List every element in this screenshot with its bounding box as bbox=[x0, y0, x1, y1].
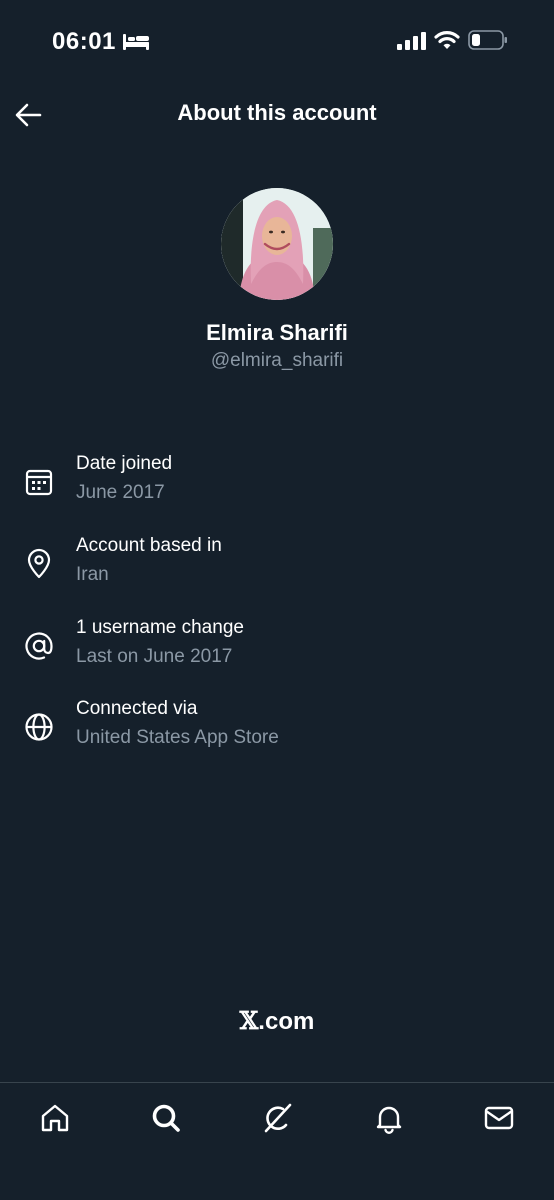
avatar[interactable] bbox=[221, 188, 333, 300]
info-value: June 2017 bbox=[76, 482, 165, 503]
tab-bar bbox=[0, 1082, 554, 1200]
bed-icon bbox=[123, 34, 149, 50]
grok-icon[interactable] bbox=[260, 1101, 294, 1135]
at-sign-icon bbox=[25, 632, 53, 660]
avatar-photo bbox=[221, 188, 333, 300]
messages-envelope-icon[interactable] bbox=[482, 1101, 516, 1135]
info-title: Date joined bbox=[76, 453, 173, 474]
status-bar: 06:01 bbox=[0, 0, 554, 84]
info-value: Last on June 2017 bbox=[76, 646, 233, 667]
info-item-date-joined: Date joined June 2017 bbox=[0, 453, 554, 523]
signal-icon bbox=[397, 32, 426, 50]
battery-icon bbox=[468, 30, 507, 50]
header: About this account bbox=[0, 84, 554, 146]
info-value: Iran bbox=[76, 564, 109, 585]
info-title: 1 username change bbox=[76, 617, 244, 638]
wifi-icon bbox=[434, 31, 460, 49]
status-time: 06:01 bbox=[52, 28, 116, 55]
location-pin-icon bbox=[27, 548, 51, 579]
info-item-username-change: 1 username change Last on June 2017 bbox=[0, 617, 554, 687]
search-icon[interactable] bbox=[149, 1101, 183, 1135]
info-value: United States App Store bbox=[76, 727, 279, 748]
info-item-account-based-in: Account based in Iran bbox=[0, 535, 554, 605]
notifications-bell-icon[interactable] bbox=[372, 1101, 406, 1135]
globe-icon bbox=[25, 713, 53, 741]
info-item-connected-via: Connected via United States App Store bbox=[0, 698, 554, 768]
profile-name: Elmira Sharifi bbox=[206, 320, 348, 345]
footer-domain: .com bbox=[258, 1008, 315, 1035]
page-title: About this account bbox=[177, 100, 377, 125]
profile-handle: @elmira_sharifi bbox=[210, 350, 344, 371]
info-title: Account based in bbox=[76, 535, 222, 556]
x-com-link[interactable]: 𝕏.com bbox=[0, 1006, 554, 1036]
calendar-icon bbox=[25, 469, 53, 496]
home-icon[interactable] bbox=[38, 1101, 72, 1135]
x-logo-icon: 𝕏 bbox=[239, 1006, 259, 1035]
info-title: Connected via bbox=[76, 698, 198, 719]
